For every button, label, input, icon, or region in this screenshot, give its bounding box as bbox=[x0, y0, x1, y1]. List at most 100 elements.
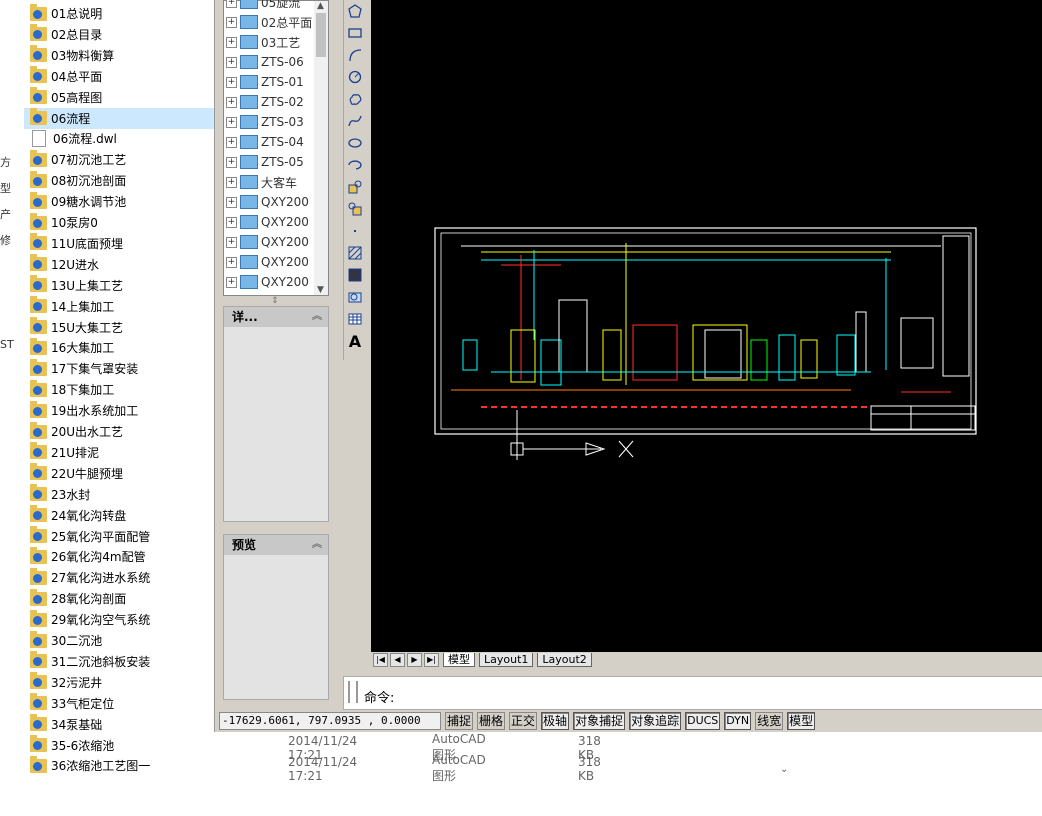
folder-item[interactable]: 04总平面 bbox=[24, 66, 214, 87]
tree-item[interactable]: +02总平面 bbox=[226, 12, 320, 32]
folder-item[interactable]: 26氧化沟4m配管 bbox=[24, 546, 214, 567]
tree-item[interactable]: + ZTS-01 bbox=[226, 72, 320, 92]
folder-item[interactable]: 28氧化沟剖面 bbox=[24, 588, 214, 609]
expand-icon[interactable]: + bbox=[226, 36, 237, 48]
multiline-text-icon[interactable]: A bbox=[346, 332, 364, 351]
prev-tab-icon[interactable]: ◀ bbox=[390, 653, 405, 667]
folder-item[interactable]: 15U大集工艺 bbox=[24, 317, 214, 338]
region-icon[interactable] bbox=[346, 288, 364, 306]
otrack-button[interactable]: 对象追踪 bbox=[629, 712, 682, 730]
expand-icon[interactable]: + bbox=[226, 116, 237, 128]
drawing-canvas[interactable] bbox=[371, 0, 1042, 652]
expand-icon[interactable]: + bbox=[226, 96, 237, 108]
scroll-up-icon[interactable]: ▲ bbox=[317, 1, 324, 11]
tree-item[interactable]: + ZTS-03 bbox=[226, 112, 320, 132]
tree-scrollbar[interactable]: ▲ ▼ bbox=[314, 1, 328, 295]
tree-item[interactable]: + ZTS-04 bbox=[226, 132, 320, 152]
expand-icon[interactable]: + bbox=[226, 276, 237, 288]
folder-item[interactable]: 13U上集工艺 bbox=[24, 275, 214, 296]
folder-item[interactable]: 20U出水工艺 bbox=[24, 421, 214, 442]
tree-item[interactable]: + ZTS-05 bbox=[226, 152, 320, 172]
folder-item[interactable]: 22U牛腿预埋 bbox=[24, 463, 214, 484]
expand-icon[interactable]: + bbox=[226, 136, 237, 148]
folder-item[interactable]: 06流程 bbox=[24, 107, 214, 129]
circle-icon[interactable] bbox=[346, 68, 364, 86]
folder-item[interactable]: 21U排泥 bbox=[24, 442, 214, 463]
tree-item[interactable]: + 大客车 bbox=[226, 172, 320, 192]
grid-button[interactable]: 栅格 bbox=[477, 712, 506, 730]
expand-icon[interactable]: + bbox=[226, 156, 237, 168]
explorer-scroll-down-icon[interactable]: ⌄ bbox=[780, 764, 794, 816]
lineweight-button[interactable]: 线宽 bbox=[755, 712, 784, 730]
scrollbar-thumb[interactable] bbox=[316, 13, 326, 57]
folder-item[interactable]: 16大集加工 bbox=[24, 337, 214, 358]
expand-icon[interactable]: + bbox=[226, 216, 237, 228]
expand-icon[interactable]: + bbox=[226, 16, 237, 28]
next-tab-icon[interactable]: ▶ bbox=[407, 653, 422, 667]
table-icon[interactable] bbox=[346, 310, 364, 328]
command-grip-icon[interactable] bbox=[348, 681, 358, 703]
spline-icon[interactable] bbox=[346, 112, 364, 130]
collapse-icon[interactable]: ︽ bbox=[312, 535, 322, 555]
tree-item[interactable]: + QXY200 bbox=[226, 232, 320, 252]
folder-item[interactable]: 14上集加工 bbox=[24, 296, 214, 317]
dyn-button[interactable]: DYN bbox=[724, 712, 752, 730]
expand-icon[interactable]: + bbox=[226, 56, 237, 68]
tree-item[interactable]: + QXY200 bbox=[226, 192, 320, 212]
folder-item[interactable]: 02总目录 bbox=[24, 24, 214, 45]
rectangle-icon[interactable] bbox=[346, 24, 364, 42]
folder-item[interactable]: 33气柜定位 bbox=[24, 693, 214, 714]
ducs-button[interactable]: DUCS bbox=[685, 712, 721, 730]
folder-item[interactable]: 29氧化沟空气系统 bbox=[24, 609, 214, 630]
expand-icon[interactable]: + bbox=[226, 256, 237, 268]
folder-item[interactable]: 12U进水 bbox=[24, 254, 214, 275]
file-item[interactable]: 06流程.dwl bbox=[24, 128, 214, 149]
snap-button[interactable]: 捕捉 bbox=[445, 712, 474, 730]
gradient-icon[interactable] bbox=[346, 266, 364, 284]
point-icon[interactable] bbox=[346, 222, 364, 240]
folder-item[interactable]: 24氧化沟转盘 bbox=[24, 505, 214, 526]
folder-item[interactable]: 08初沉池剖面 bbox=[24, 170, 214, 191]
tree-item[interactable]: +05旋流 bbox=[226, 0, 320, 12]
folder-item[interactable]: 05高程图 bbox=[24, 87, 214, 108]
tree-item[interactable]: + ZTS-02 bbox=[226, 92, 320, 112]
ellipse-arc-icon[interactable] bbox=[346, 156, 364, 174]
folder-item[interactable]: 35-6浓缩池 bbox=[24, 735, 214, 756]
expand-icon[interactable]: + bbox=[226, 76, 237, 88]
folder-item[interactable]: 23水封 bbox=[24, 484, 214, 505]
folder-item[interactable]: 36浓缩池工艺图一 bbox=[24, 755, 214, 776]
ortho-button[interactable]: 正交 bbox=[509, 712, 538, 730]
tree-item[interactable]: +03工艺 bbox=[226, 32, 320, 52]
expand-icon[interactable]: + bbox=[226, 176, 237, 188]
scroll-down-icon[interactable]: ▼ bbox=[317, 285, 324, 295]
folder-item[interactable]: 31二沉池斜板安装 bbox=[24, 651, 214, 672]
folder-item[interactable]: 01总说明 bbox=[24, 3, 214, 24]
expand-icon[interactable]: + bbox=[226, 236, 237, 248]
tab-layout2[interactable]: Layout2 bbox=[537, 653, 592, 667]
last-tab-icon[interactable]: ▶| bbox=[424, 653, 439, 667]
details-panel-header[interactable]: 详... ︽ bbox=[224, 307, 328, 327]
folder-item[interactable]: 34泵基础 bbox=[24, 714, 214, 735]
tree-item[interactable]: + QXY200 bbox=[226, 272, 320, 292]
folder-item[interactable]: 07初沉池工艺 bbox=[24, 149, 214, 170]
revision-cloud-icon[interactable] bbox=[346, 90, 364, 108]
ellipse-icon[interactable] bbox=[346, 134, 364, 152]
folder-item[interactable]: 09糖水调节池 bbox=[24, 191, 214, 212]
insert-block-icon[interactable] bbox=[346, 178, 364, 196]
folder-item[interactable]: 18下集加工 bbox=[24, 379, 214, 400]
osnap-button[interactable]: 对象捕捉 bbox=[573, 712, 626, 730]
hatch-icon[interactable] bbox=[346, 244, 364, 262]
collapse-icon[interactable]: ︽ bbox=[312, 307, 322, 327]
tree-item[interactable]: + QXY200 bbox=[226, 252, 320, 272]
folder-item[interactable]: 19出水系统加工 bbox=[24, 400, 214, 421]
folder-item[interactable]: 10泵房0 bbox=[24, 212, 214, 233]
model-button[interactable]: 模型 bbox=[787, 712, 816, 730]
folder-item[interactable]: 25氧化沟平面配管 bbox=[24, 526, 214, 547]
folder-item[interactable]: 11U底面预埋 bbox=[24, 233, 214, 254]
tree-item[interactable]: + ZTS-06 bbox=[226, 52, 320, 72]
first-tab-icon[interactable]: |◀ bbox=[373, 653, 388, 667]
command-line[interactable]: 命令: bbox=[343, 676, 1042, 710]
expand-icon[interactable]: + bbox=[226, 0, 237, 8]
design-center-tree[interactable]: +05旋流 +02总平面 +03工艺 + ZTS-06 + ZTS-01 + ZTS-02 + ZT… bbox=[223, 0, 329, 296]
folder-item[interactable]: 17下集气罩安装 bbox=[24, 358, 214, 379]
